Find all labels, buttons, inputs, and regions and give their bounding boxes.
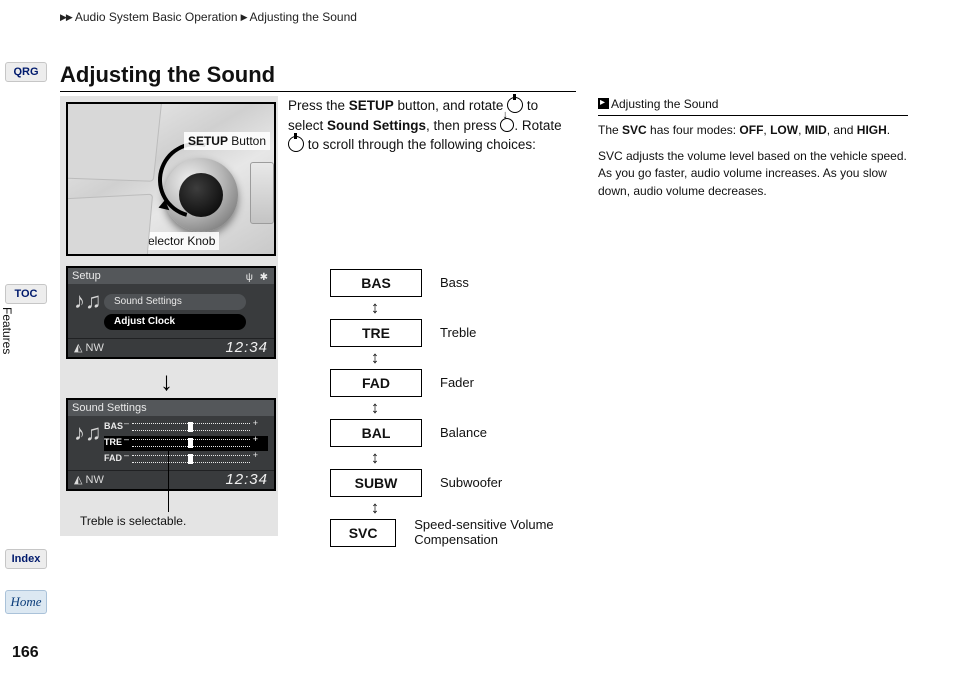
rotate-dial-icon (288, 136, 304, 152)
compass-icon: ◭ (74, 342, 82, 354)
nav-index[interactable]: Index (5, 549, 47, 569)
page-title: Adjusting the Sound (60, 62, 576, 92)
screen-sound-settings: Sound Settings ♪♫ BAS TRE FAD ◭ NW 12:34 (66, 398, 276, 491)
sidebar-note-head: Adjusting the Sound (598, 96, 908, 116)
up-down-arrow-icon: ↕ (330, 396, 420, 420)
ladder-label: Treble (440, 326, 476, 341)
triangle-icon: ▶▶ (60, 12, 72, 23)
music-icon: ♪♫ (74, 420, 102, 446)
setup-key-graphic (250, 162, 274, 224)
up-down-arrow-icon: ↕ (330, 346, 420, 370)
sidebar-note-p2: SVC adjusts the volume level based on th… (598, 148, 908, 200)
ladder-label: Bass (440, 276, 469, 291)
row-tre: TRE (104, 436, 268, 451)
treble-footnote: Treble is selectable. (80, 514, 186, 528)
screen-title: Setup (72, 270, 101, 282)
illustration-panel: SETUP Button Selector Knob Setup ψ ✱ ♪♫ … (60, 96, 278, 536)
breadcrumb-b: Adjusting the Sound (250, 10, 357, 24)
sound-settings-ladder: BASBass↕TRETreble↕FADFader↕BALBalance↕SU… (330, 270, 576, 546)
row-fad: FAD (104, 452, 264, 467)
triangle-icon: ▶ (241, 12, 247, 23)
ladder-row: SUBW Subwoofer (330, 470, 576, 496)
up-down-arrow-icon: ↕ (330, 496, 420, 520)
body-text: Press the SETUP button, and rotate to se… (288, 96, 576, 155)
menu-sound-settings: Sound Settings (104, 294, 246, 310)
up-down-arrow-icon: ↕ (330, 296, 420, 320)
ladder-code: SVC (330, 519, 396, 547)
dashboard-photo: SETUP Button Selector Knob (66, 102, 276, 256)
down-arrow-icon: ↓ (160, 368, 173, 394)
ladder-row: TRE Treble (330, 320, 576, 346)
ladder-row: SVC Speed-sensitive Volume Compensation (330, 520, 576, 546)
rotate-dial-icon (507, 97, 523, 113)
ladder-row: BAL Balance (330, 420, 576, 446)
screen-title: Sound Settings (72, 402, 147, 414)
ladder-label: Subwoofer (440, 476, 502, 491)
sidebar-note: Adjusting the Sound The SVC has four mod… (598, 96, 908, 200)
screen-setup: Setup ψ ✱ ♪♫ Sound Settings Adjust Clock… (66, 266, 276, 359)
ladder-code: TRE (330, 319, 422, 347)
press-dial-icon (500, 118, 514, 132)
leader-line (168, 440, 169, 512)
selector-callout: Selector Knob (136, 232, 219, 250)
compass-dir: NW (86, 474, 104, 486)
clock: 12:34 (225, 471, 268, 489)
nav-home[interactable]: Home (5, 590, 47, 614)
page-number: 166 (12, 644, 39, 662)
nav-qrg[interactable]: QRG (5, 62, 47, 82)
ladder-label: Speed-sensitive Volume Compensation (414, 518, 576, 548)
compass-dir: NW (86, 342, 104, 354)
link-marker-icon (598, 98, 609, 109)
breadcrumb: ▶▶ Audio System Basic Operation ▶ Adjust… (60, 10, 357, 24)
clock: 12:34 (225, 339, 268, 357)
ladder-label: Fader (440, 376, 474, 391)
ladder-code: FAD (330, 369, 422, 397)
nav-toc[interactable]: TOC (5, 284, 47, 304)
row-bas: BAS (104, 420, 264, 435)
section-label: Features (0, 307, 14, 354)
up-down-arrow-icon: ↕ (330, 446, 420, 470)
sidebar-note-p1: The SVC has four modes: OFF, LOW, MID, a… (598, 122, 908, 139)
ladder-row: BAS Bass (330, 270, 576, 296)
ladder-code: SUBW (330, 469, 422, 497)
ladder-label: Balance (440, 426, 487, 441)
ladder-code: BAS (330, 269, 422, 297)
breadcrumb-a: Audio System Basic Operation (75, 10, 238, 24)
compass-icon: ◭ (74, 474, 82, 486)
ladder-code: BAL (330, 419, 422, 447)
music-icon: ♪♫ (74, 288, 102, 314)
ladder-row: FAD Fader (330, 370, 576, 396)
setup-callout: SETUP Button (184, 132, 270, 150)
menu-adjust-clock: Adjust Clock (104, 314, 246, 330)
